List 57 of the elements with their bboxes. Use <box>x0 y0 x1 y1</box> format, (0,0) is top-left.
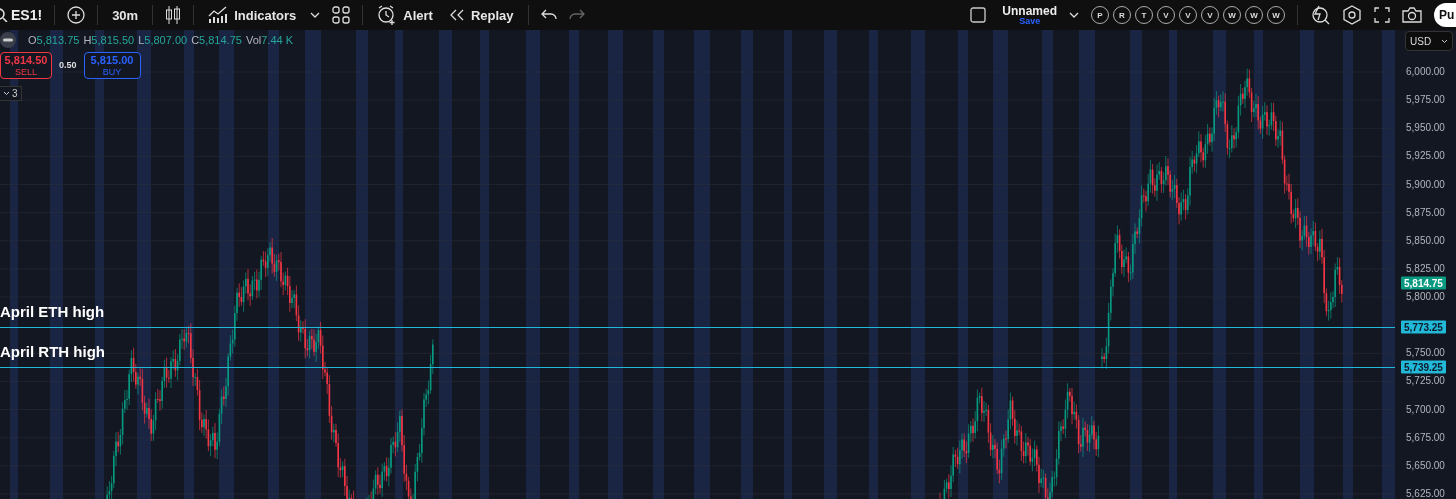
last-price-tag: 5,814.75 <box>1401 276 1446 290</box>
alert-button[interactable]: Alert <box>375 5 435 25</box>
fullscreen-icon[interactable] <box>1374 7 1390 23</box>
caret-icon[interactable] <box>310 12 321 18</box>
buy-button[interactable]: 5,815.00 BUY <box>83 52 141 79</box>
interval-button[interactable]: 30m <box>110 7 141 23</box>
axis-tick-label: 5,925.00 <box>1406 150 1445 163</box>
axis-tick-label: 5,625.00 <box>1406 487 1445 499</box>
candles-icon[interactable] <box>165 5 182 25</box>
axis-tick-label: 5,975.00 <box>1406 94 1445 107</box>
axis-tick-label: 5,850.00 <box>1406 234 1445 247</box>
ohlc-value: C5,814.75 <box>191 34 242 46</box>
spread-value: 0.50 <box>59 60 77 71</box>
camera-icon[interactable] <box>1402 7 1422 23</box>
level-price-tag: 5,739.25 <box>1401 360 1446 374</box>
axis-tick-label: 5,750.00 <box>1406 347 1445 360</box>
ohlc-value: L5,807.00 <box>138 34 188 46</box>
publish-button[interactable]: Pu <box>1434 3 1456 27</box>
ohlc-value: O5,813.75 <box>28 34 80 46</box>
layout-name[interactable]: Unnamed <box>1002 4 1057 17</box>
ohlc-value: Vol7.44 K <box>245 34 293 46</box>
sell-button[interactable]: 5,814.50 SELL <box>0 52 52 79</box>
axis-tick-label: 5,950.00 <box>1406 122 1445 135</box>
checkbox-icon[interactable] <box>970 7 987 23</box>
replay-button[interactable]: Replay <box>446 7 516 23</box>
lightning-search-icon[interactable] <box>1310 5 1330 25</box>
alarm-clock-icon <box>377 5 398 25</box>
caret-icon[interactable] <box>1069 12 1079 18</box>
level-label: April ETH high <box>0 303 105 320</box>
symbol-name[interactable]: ES1! <box>11 7 43 23</box>
axis-tick-label: 6,000.00 <box>1406 66 1445 78</box>
axis-tick-label: 5,900.00 <box>1406 178 1445 191</box>
redo-icon[interactable] <box>568 9 585 21</box>
chart-icon <box>208 6 229 24</box>
level-price-tag: 5,773.25 <box>1401 320 1446 334</box>
axis-tick-label: 5,875.00 <box>1406 206 1445 219</box>
axis-tick-label: 5,825.00 <box>1406 262 1445 275</box>
collapse-icon[interactable] <box>0 32 16 48</box>
save-link[interactable]: Save <box>1019 16 1041 26</box>
axis-tick-label: 5,725.00 <box>1406 375 1445 388</box>
axis-tick-label: 5,700.00 <box>1406 403 1445 416</box>
indicators-button[interactable]: Indicators <box>206 6 299 24</box>
chevron-icon <box>3 91 10 96</box>
undo-icon[interactable] <box>540 9 557 21</box>
level-label: April RTH high <box>0 343 105 360</box>
currency-dropdown[interactable]: USD <box>1405 31 1453 51</box>
rewind-icon <box>448 9 465 21</box>
grid-icon[interactable] <box>332 6 351 24</box>
indicators-toggle[interactable]: 3 <box>0 86 22 101</box>
search-icon[interactable] <box>0 8 8 22</box>
ohlc-value: H5,815.50 <box>83 34 135 46</box>
add-icon[interactable] <box>67 6 86 24</box>
settings-icon[interactable] <box>1342 5 1362 25</box>
caret-icon <box>1441 38 1448 44</box>
axis-tick-label: 5,675.00 <box>1406 431 1445 444</box>
axis-tick-label: 5,800.00 <box>1406 291 1445 304</box>
axis-tick-label: 5,650.00 <box>1406 459 1445 472</box>
